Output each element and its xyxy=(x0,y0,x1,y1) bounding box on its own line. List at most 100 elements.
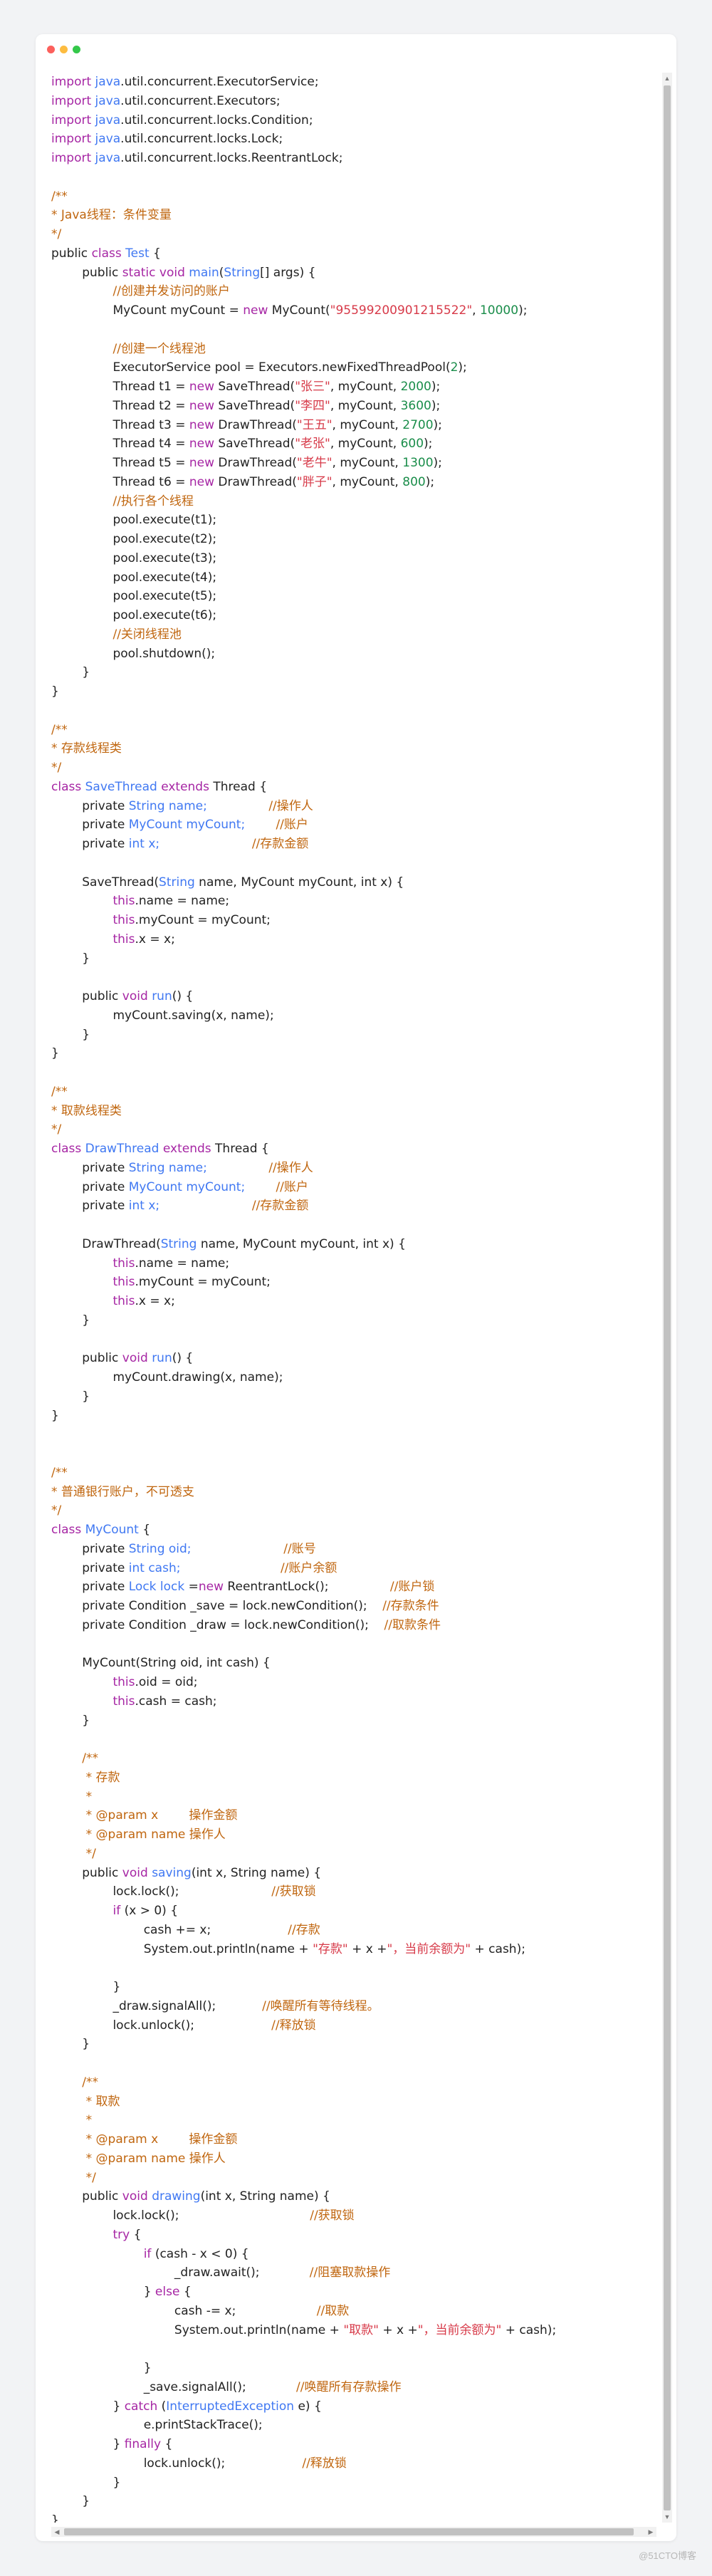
code-token: //执行各个线程 xyxy=(112,494,194,509)
code-token: * Java线程：条件变量 xyxy=(51,208,172,223)
code-line: //创建一个线程池 xyxy=(51,340,656,359)
code-token: void xyxy=(159,265,185,280)
code-line: _draw.signalAll(); //唤醒所有等待线程。 xyxy=(51,1997,656,2016)
code-token: lock.unlock(); xyxy=(51,2456,303,2471)
code-token: void xyxy=(122,989,148,1003)
code-token: pool.shutdown(); xyxy=(51,646,216,661)
code-token: "存款" xyxy=(313,1941,348,1956)
code-token: Thread t1 = xyxy=(51,380,189,394)
code-token: ); xyxy=(425,474,435,489)
code-line: private MyCount myCount; //账户 xyxy=(51,1178,656,1197)
code-line: Thread t5 = new DrawThread("老牛", myCount… xyxy=(51,454,656,473)
code-line: * 普通银行账户，不可透支 xyxy=(51,1483,656,1502)
code-token: void xyxy=(122,1351,148,1366)
code-token: */ xyxy=(51,1122,62,1137)
code-token: SaveThread( xyxy=(214,380,295,394)
code-token: * xyxy=(85,2113,93,2128)
code-token: * @param name 操作人 xyxy=(85,1827,226,1842)
code-line: * 取款线程类 xyxy=(51,1102,656,1121)
scroll-right-icon[interactable]: ▶ xyxy=(646,2528,655,2536)
code-token: { xyxy=(161,2437,173,2451)
window-controls xyxy=(47,46,80,53)
code-token: ); xyxy=(424,437,433,452)
minimize-dot-icon[interactable] xyxy=(60,46,68,53)
code-line: * @param name 操作人 xyxy=(51,1825,656,1845)
code-line: } xyxy=(51,1711,656,1731)
code-token: java xyxy=(95,151,121,165)
horizontal-scrollbar[interactable]: ◀ ▶ xyxy=(51,2527,656,2537)
close-dot-icon[interactable] xyxy=(47,46,55,53)
code-token: void xyxy=(122,1865,148,1880)
maximize-dot-icon[interactable] xyxy=(73,46,80,53)
code-window: import java .util.concurrent.ExecutorServ… xyxy=(36,34,676,2541)
code-token: //获取锁 xyxy=(271,1884,316,1899)
code-token: int x; xyxy=(128,837,160,851)
code-line: * @param name 操作人 xyxy=(51,2149,656,2169)
code-line: class DrawThread extends Thread { xyxy=(51,1140,656,1159)
code-token: java xyxy=(95,93,121,108)
code-token: new xyxy=(189,437,214,452)
code-line: /** xyxy=(51,1464,656,1483)
code-token: "，当前余额为" xyxy=(417,2322,502,2337)
code-token: { xyxy=(138,1523,151,1537)
code-line: try { xyxy=(51,2226,656,2245)
code-line: */ xyxy=(51,1501,656,1521)
code-line: myCount.saving(x, name); xyxy=(51,1006,656,1026)
code-token: } xyxy=(51,1313,90,1328)
code-token: } xyxy=(51,1027,90,1042)
scroll-up-icon[interactable]: ▲ xyxy=(664,74,671,83)
code-token: DrawThread( xyxy=(214,456,297,470)
code-token: } xyxy=(51,2361,152,2375)
code-line: pool.execute(t1); xyxy=(51,511,656,530)
code-line: private String oid; //账号 xyxy=(51,1540,656,1559)
code-token: /** xyxy=(82,1751,98,1766)
code-token: _save.signalAll(); xyxy=(51,2379,296,2394)
code-token: } xyxy=(51,2285,155,2299)
horizontal-scroll-thumb[interactable] xyxy=(64,2528,634,2535)
code-line: * 存款 xyxy=(51,1768,656,1788)
code-token: , myCount, xyxy=(330,437,401,452)
code-token: int x; xyxy=(128,1199,160,1214)
code-token: DrawThread( xyxy=(214,417,297,432)
code-token: Test xyxy=(125,246,150,261)
code-line: private Lock lock =new ReentrantLock(); … xyxy=(51,1578,656,1597)
code-line: e.printStackTrace(); xyxy=(51,2416,656,2435)
code-line: * 存款线程类 xyxy=(51,739,656,758)
vertical-scrollbar[interactable]: ▲ ▼ xyxy=(662,73,672,2523)
code-line: */ xyxy=(51,2169,656,2188)
code-line: } finally { xyxy=(51,2435,656,2454)
code-token: //账户锁 xyxy=(389,1580,435,1595)
code-token: new xyxy=(189,398,214,413)
scroll-left-icon[interactable]: ◀ xyxy=(53,2528,61,2536)
code-token: } xyxy=(51,1980,121,1994)
code-token: new xyxy=(189,380,214,394)
code-token: run xyxy=(152,1351,172,1366)
code-line: } xyxy=(51,2511,656,2523)
code-token: .util.concurrent.ExecutorService; xyxy=(120,75,319,89)
code-line: lock.lock(); //获取锁 xyxy=(51,1882,656,1902)
code-line: class SaveThread extends Thread { xyxy=(51,778,656,797)
code-token: .myCount = myCount; xyxy=(135,1275,271,1290)
code-line: this.x = x; xyxy=(51,1292,656,1311)
code-token: "胖子" xyxy=(296,474,333,489)
code-line: DrawThread(String name, MyCount myCount,… xyxy=(51,1235,656,1254)
code-token: () { xyxy=(172,989,194,1003)
code-token: Thread { xyxy=(211,1142,269,1156)
code-line: pool.execute(t5); xyxy=(51,587,656,606)
code-token: import xyxy=(51,75,92,89)
code-token: "老张" xyxy=(295,437,330,452)
scroll-down-icon[interactable]: ▼ xyxy=(664,2513,671,2521)
code-token: pool.execute(t1); xyxy=(51,513,217,528)
code-token: public xyxy=(51,265,122,280)
vertical-scroll-thumb[interactable] xyxy=(664,85,671,2510)
code-token: //创建并发访问的账户 xyxy=(112,284,230,299)
code-token: pool.execute(t3); xyxy=(51,551,217,565)
code-line: //创建并发访问的账户 xyxy=(51,282,656,301)
